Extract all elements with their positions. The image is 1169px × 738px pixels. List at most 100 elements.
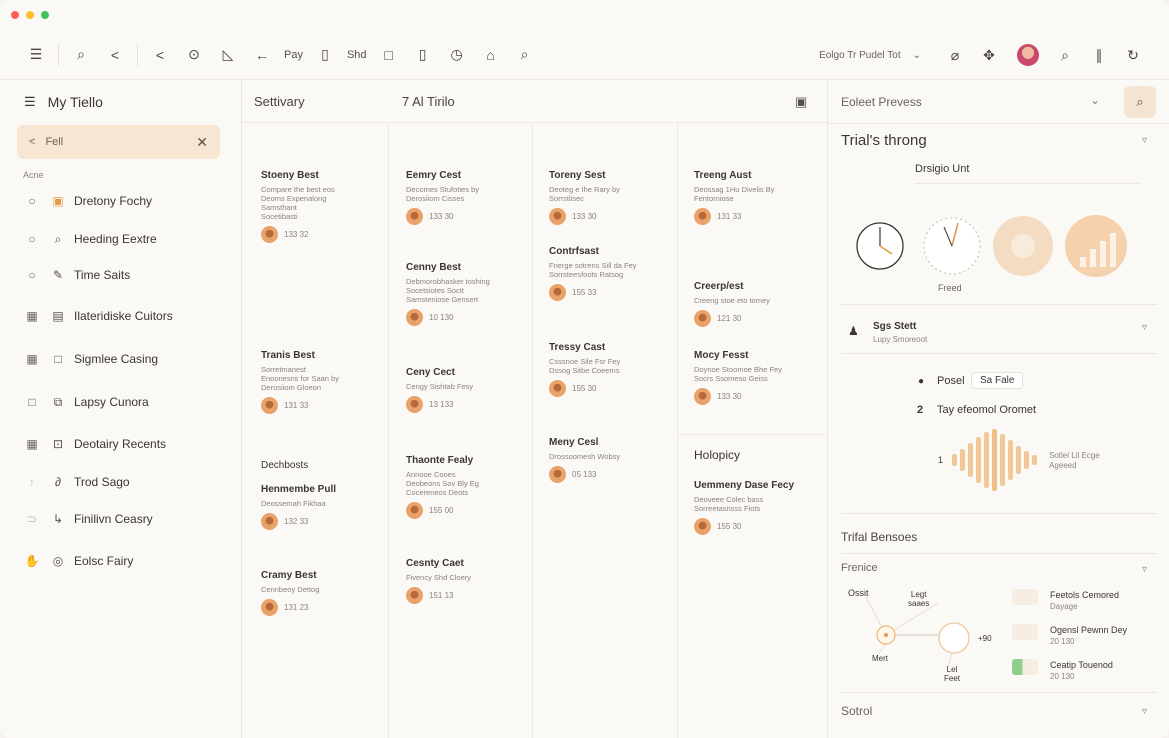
view-dropdown[interactable]: Eolgo Tr Pudel Tot ⌄ [811, 42, 929, 68]
item-label: Tay efeomol Oromet [937, 404, 1037, 416]
title-bar [0, 0, 1169, 30]
assignee-avatar [406, 396, 423, 413]
card-description: Compare the best eos Deoms Expenalong Sa… [261, 185, 335, 221]
sidebar-item[interactable]: ▦ ⊡ Deotairy Recents [24, 433, 166, 455]
left-arrow-icon[interactable]: ← [250, 43, 274, 67]
collapse-icon[interactable]: ▿ [1142, 322, 1147, 333]
hand-icon[interactable]: ✋ [24, 554, 40, 568]
global-search-icon[interactable]: ⌕ [1053, 43, 1077, 67]
board-column-title: 7 Al Tirilo [402, 94, 455, 109]
radio-icon[interactable]: ○ [24, 268, 40, 282]
collapse-icon[interactable]: ▿ [1142, 706, 1147, 717]
home-icon[interactable]: ⌂ [479, 43, 503, 67]
collapse-icon[interactable]: ▿ [1142, 564, 1147, 575]
calendar-icon[interactable]: ▦ [24, 352, 40, 366]
refresh-icon[interactable]: ↻ [1121, 43, 1145, 67]
sidebar-item-label: Time Saits [74, 268, 131, 282]
task-card[interactable]: Mocy Fesst Doynoe Stoomoe Bhe Fey Socrs S… [694, 350, 812, 405]
columns-icon[interactable]: ∥ [1087, 43, 1111, 67]
pay-button[interactable]: Pay [284, 49, 303, 61]
document-icon[interactable]: ▯ [313, 43, 337, 67]
user-avatar[interactable] [1017, 44, 1039, 66]
task-card[interactable]: Treeng Aust Deossag 1Hu Divelis By Fentor… [694, 170, 812, 225]
filter-button[interactable]: ⌕ [1124, 86, 1156, 118]
eraser-icon[interactable]: ⌀ [943, 43, 967, 67]
sidebar-item[interactable]: ↑ ∂ Trod Sago [24, 471, 130, 493]
move-icon[interactable]: ✥ [977, 43, 1001, 67]
close-window-button[interactable] [11, 11, 19, 19]
back-icon[interactable]: < [29, 136, 35, 148]
section-title: Trifal Bensoes [841, 530, 918, 544]
arrow-up-icon[interactable]: ↑ [24, 475, 40, 489]
sidebar-item[interactable]: ○ ⌕ Heeding Eextre [24, 228, 156, 250]
task-card[interactable]: Toreny Sest Deoteg e Ihe Rary by Sorrstli… [549, 170, 667, 225]
task-card[interactable]: Tressy Cast Csssnoe Sile Fsr Fey Dssog Si… [549, 342, 667, 397]
task-card[interactable]: Uemmeny Dase Fecy Deoveee Colec bass Sorr… [694, 480, 812, 535]
divider [841, 553, 1157, 554]
phone-icon: ↳ [52, 512, 64, 526]
share-icon[interactable]: < [103, 43, 127, 67]
card-description: Decomes Stufoties by Derosiiom Cisses [406, 185, 479, 203]
dial-gauge-icon [923, 217, 981, 275]
section-divider [678, 434, 827, 435]
card-meta-value: 133 30 [429, 212, 454, 221]
calendar-icon[interactable]: ▦ [24, 437, 40, 451]
search-icon[interactable]: ⌕ [69, 43, 93, 67]
task-card[interactable]: Creerp/est Creeng stoe eto tomey 121 30 [694, 281, 812, 327]
task-card[interactable]: Cenny Best Debmorobhasker toshing Socetsi… [406, 262, 524, 326]
sidebar-section-label: Acne [23, 170, 44, 180]
chevron-down-icon[interactable]: ⌄ [1090, 93, 1100, 107]
card-meta-value: 133 30 [717, 392, 742, 401]
menu-icon[interactable]: ☰ [24, 43, 48, 67]
task-card[interactable]: Ceny Cect Cengy Sishtab Fesy 13 133 [406, 367, 524, 413]
list-icon[interactable]: ☰ [24, 94, 36, 110]
sho-button[interactable]: Shd [347, 49, 367, 61]
card-title: Ceny Cect [406, 367, 455, 378]
task-card[interactable]: Cesnty Caet Fivency Shd Cloery 151 13 [406, 558, 524, 604]
sidebar-item[interactable]: ⊃ ↳ Finilivn Ceasry [24, 508, 153, 530]
clipboard-icon[interactable]: ▣ [795, 94, 807, 110]
board-column-title: Settivary [254, 94, 305, 109]
square-icon[interactable]: □ [377, 43, 401, 67]
task-card[interactable]: Thaonte Fealy Annooe Cooes Deobeons Sov B… [406, 455, 524, 519]
collapse-icon[interactable]: ▿ [1142, 135, 1147, 146]
task-card[interactable]: Henmembe Pull Deossemah Fikhaa 132 33 [261, 484, 379, 530]
task-card[interactable]: Cramy Best Cennbeoy Dettog 131 23 [261, 570, 379, 616]
sidebar-item-label: Finilivn Ceasry [74, 512, 153, 526]
card-description: Deoveee Colec bass Sorreetasnsss Fiots [694, 495, 764, 513]
back-arrow-icon[interactable]: < [148, 43, 172, 67]
toggle-icon[interactable]: ⊃ [24, 512, 40, 526]
item-tag[interactable]: Sa Fale [971, 372, 1024, 389]
sidebar-item[interactable]: □ ⧉ Lapsy Cunora [24, 391, 148, 413]
legend-label: Ceatip Touenod [1050, 660, 1113, 670]
panel-select[interactable]: Eoleet Prevess [841, 95, 922, 109]
task-card[interactable]: Meny Cesl Drossoomesh Wobsy 05 133 [549, 437, 667, 483]
timer-icon[interactable]: ◷ [445, 43, 469, 67]
sidebar-item[interactable]: ▦ ▤ Ilateridiske Cuitors [24, 305, 172, 327]
sidebar-item[interactable]: ✋ ◎ Eolsc Fairy [24, 550, 134, 572]
sidebar-item[interactable]: ▦ □ Sigmlee Casing [24, 348, 158, 370]
clock-icon[interactable]: ⊙ [182, 43, 206, 67]
flow-label: Ossit [848, 588, 869, 598]
task-card[interactable]: Contrfsast Fnerge sotrens Sill da Fey Sor… [549, 246, 667, 301]
radio-icon[interactable]: ○ [24, 194, 40, 208]
sidebar-search[interactable]: < Fell ✕ [17, 125, 220, 159]
task-card[interactable]: Eemry Cest Decomes Stufoties by Derosiiom… [406, 170, 524, 225]
sidebar-item[interactable]: ○ ✎ Time Saits [24, 264, 130, 286]
calendar-icon[interactable]: ▦ [24, 309, 40, 323]
task-card[interactable]: Tranis Best Sorretmanest Enoonesns for Sa… [261, 350, 379, 414]
card-meta-value: 10 130 [429, 313, 454, 322]
pen-icon[interactable]: ◺ [216, 43, 240, 67]
find-icon[interactable]: ⌕ [513, 43, 537, 67]
radio-icon[interactable]: ○ [24, 232, 40, 246]
trash-icon[interactable]: ▯ [411, 43, 435, 67]
clear-search-icon[interactable]: ✕ [196, 134, 208, 151]
task-card[interactable]: Stoeny Best Compare the best eos Deoms Ex… [261, 170, 379, 243]
maximize-window-button[interactable] [41, 11, 49, 19]
card-meta-value: 155 00 [429, 506, 454, 515]
minimize-window-button[interactable] [26, 11, 34, 19]
checkbox-icon[interactable]: □ [24, 395, 40, 409]
card-title: Eemry Cest [406, 170, 462, 181]
item-number: 2 [917, 404, 924, 416]
sidebar-item[interactable]: ○ ▣ Dretony Fochy [24, 190, 152, 212]
